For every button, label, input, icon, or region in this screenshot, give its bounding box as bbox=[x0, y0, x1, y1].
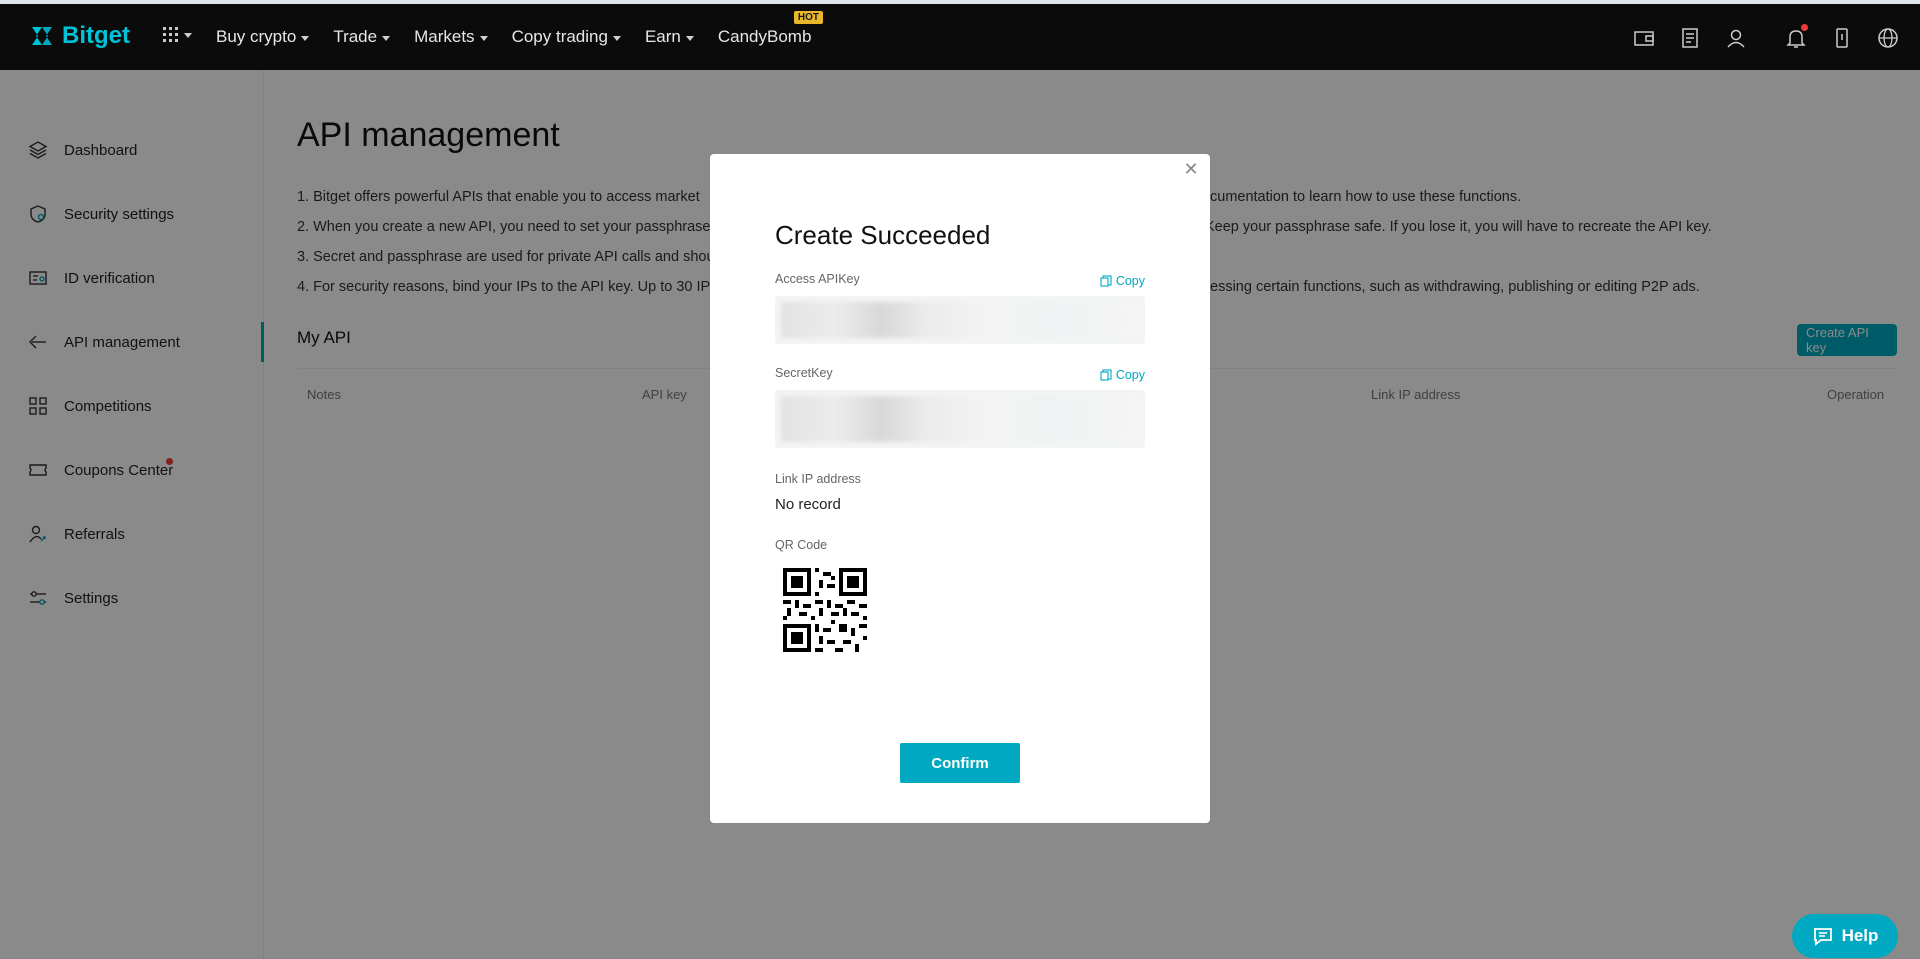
chevron-down-icon bbox=[382, 35, 391, 41]
create-succeeded-modal: ✕ Create Succeeded Access APIKey Copy Se… bbox=[710, 154, 1210, 823]
bitget-logo-icon bbox=[32, 27, 52, 45]
chevron-down-icon bbox=[685, 35, 694, 41]
copy-label: Copy bbox=[1115, 274, 1145, 288]
help-label: Help bbox=[1841, 926, 1879, 945]
chevron-down-icon bbox=[612, 35, 621, 41]
bitget-logo[interactable]: Bitget bbox=[28, 22, 130, 50]
nav-label: Trade bbox=[333, 27, 378, 46]
help-button[interactable]: Help bbox=[1792, 914, 1898, 958]
apps-menu[interactable] bbox=[162, 26, 192, 44]
nav-buy-crypto[interactable]: Buy crypto bbox=[216, 27, 310, 47]
user-icon[interactable] bbox=[1724, 26, 1748, 50]
copy-access-key-button[interactable]: Copy bbox=[1100, 274, 1145, 288]
top-icons bbox=[1632, 24, 1900, 50]
nav-markets[interactable]: Markets bbox=[414, 27, 488, 47]
bell-icon[interactable] bbox=[1784, 24, 1808, 50]
link-ip-label: Link IP address bbox=[775, 472, 861, 486]
copy-label: Copy bbox=[1115, 368, 1145, 382]
download-icon[interactable] bbox=[1830, 26, 1854, 50]
modal-title: Create Succeeded bbox=[775, 220, 991, 250]
grid-menu-icon bbox=[163, 27, 178, 42]
link-ip-value: No record bbox=[775, 496, 841, 513]
nav-label: Earn bbox=[644, 27, 681, 46]
chevron-down-icon bbox=[184, 32, 192, 38]
nav-trade[interactable]: Trade bbox=[333, 27, 391, 47]
qr-code-image bbox=[783, 568, 867, 652]
redacted-value bbox=[781, 302, 1139, 338]
access-apikey-label: Access APIKey bbox=[775, 272, 860, 286]
chevron-down-icon bbox=[301, 35, 310, 41]
hot-badge: HOT bbox=[793, 11, 823, 24]
globe-icon[interactable] bbox=[1876, 26, 1900, 50]
main-nav: Buy crypto Trade Markets Copy trading Ea… bbox=[216, 11, 823, 47]
confirm-button[interactable]: Confirm bbox=[900, 743, 1020, 783]
qr-code-label: QR Code bbox=[775, 538, 828, 552]
copy-icon bbox=[1100, 275, 1112, 287]
close-icon[interactable]: ✕ bbox=[1182, 160, 1200, 178]
nav-label: CandyBomb bbox=[717, 27, 812, 46]
secretkey-label: SecretKey bbox=[775, 366, 833, 380]
secretkey-field[interactable] bbox=[775, 390, 1145, 448]
chat-icon bbox=[1813, 928, 1832, 946]
nav-label: Buy crypto bbox=[216, 27, 297, 46]
copy-icon bbox=[1100, 369, 1112, 381]
nav-earn[interactable]: Earn bbox=[645, 27, 694, 47]
wallet-icon[interactable] bbox=[1632, 26, 1656, 50]
brand-name: Bitget bbox=[62, 22, 130, 49]
redacted-value bbox=[781, 396, 1139, 442]
access-apikey-field[interactable] bbox=[775, 296, 1145, 344]
nav-copy-trading[interactable]: Copy trading bbox=[512, 27, 621, 47]
nav-candybomb[interactable]: CandyBomb HOT bbox=[717, 11, 823, 47]
nav-label: Copy trading bbox=[511, 27, 608, 46]
top-navbar: Bitget Buy crypto Trade Markets Copy tra… bbox=[0, 0, 1920, 70]
copy-secret-key-button[interactable]: Copy bbox=[1100, 368, 1145, 382]
chevron-down-icon bbox=[479, 35, 488, 41]
orders-icon[interactable] bbox=[1678, 26, 1702, 50]
notification-dot bbox=[1801, 24, 1808, 31]
nav-label: Markets bbox=[414, 27, 475, 46]
